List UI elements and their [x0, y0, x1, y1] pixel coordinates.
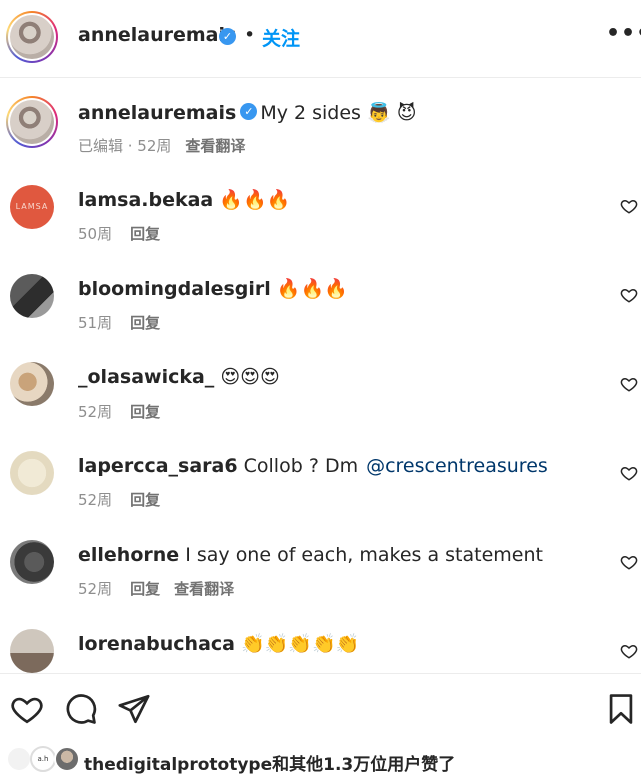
reply-button[interactable]: 回复 [130, 314, 160, 332]
comment-text: 🔥🔥🔥 [219, 189, 291, 211]
caption-text: My 2 sides 👼 😈 [260, 102, 417, 124]
comment-line: lapercca_sara6 Collob ? Dm @crescentreasu… [78, 455, 548, 477]
comment-meta: 52周 回复 [78, 401, 160, 422]
reply-button[interactable]: 回复 [130, 580, 160, 598]
comment-username[interactable]: lamsa.bekaa [78, 189, 213, 211]
liker-avatar[interactable]: a.h [30, 746, 56, 772]
heart-icon[interactable] [620, 642, 638, 660]
share-icon[interactable] [117, 692, 151, 726]
comment-avatar[interactable] [10, 629, 54, 673]
comment-meta: 51周 回复 [78, 312, 160, 333]
heart-icon[interactable] [620, 375, 638, 393]
comment-time: 52周 [78, 403, 113, 421]
caption-meta: 已编辑 · 52周 查看翻译 [78, 135, 245, 156]
comment-text: I say one of each, makes a statement [185, 544, 543, 566]
liker-avatar[interactable] [54, 746, 80, 772]
reply-button[interactable]: 回复 [130, 491, 160, 509]
comment-time: 51周 [78, 314, 113, 332]
comment-avatar[interactable]: LAMSA [10, 185, 54, 229]
comment-line: _olasawicka_ 😍😍😍 [78, 366, 280, 388]
caption-line: annelauremais ✓ My 2 sides 👼 😈 [78, 101, 417, 124]
comment-text: 🔥🔥🔥 [276, 278, 348, 300]
comment-avatar[interactable] [10, 451, 54, 495]
comment-icon[interactable] [64, 692, 98, 726]
caption-username[interactable]: annelauremais [78, 102, 236, 124]
comment-line: ellehorne I say one of each, makes a sta… [78, 544, 543, 566]
comment-meta: 50周 回复 [78, 223, 160, 244]
comment-username[interactable]: ellehorne [78, 544, 179, 566]
post-header: annelauremais ✓ • 关注 ••• [0, 0, 641, 78]
header-avatar[interactable] [6, 11, 58, 63]
comment-username[interactable]: bloomingdalesgirl [78, 278, 271, 300]
verified-icon: ✓ [240, 103, 258, 120]
comment-username[interactable]: _olasawicka_ [78, 366, 214, 388]
comment-line: bloomingdalesgirl 🔥🔥🔥 [78, 277, 348, 300]
translate-link[interactable]: 查看翻译 [185, 137, 245, 155]
comment-line: lorenabuchaca 👏👏👏👏👏 [78, 632, 359, 655]
comment-time: 52周 [78, 491, 113, 509]
verified-icon: ✓ [219, 28, 236, 45]
more-icon[interactable]: ••• [606, 23, 641, 48]
comment-avatar[interactable] [10, 274, 54, 318]
header-separator: • [244, 24, 256, 46]
reply-button[interactable]: 回复 [130, 225, 160, 243]
comment-text: 👏👏👏👏👏 [241, 633, 360, 655]
reply-button[interactable]: 回复 [130, 403, 160, 421]
translate-link[interactable]: 查看翻译 [174, 580, 234, 598]
caption-time: 已编辑 · 52周 [78, 137, 172, 155]
comment-text: 😍😍😍 [220, 366, 280, 388]
comment-username[interactable]: lorenabuchaca [78, 633, 235, 655]
liker-avatar[interactable] [6, 746, 32, 772]
comment-username[interactable]: lapercca_sara6 [78, 455, 238, 477]
heart-icon[interactable] [620, 553, 638, 571]
heart-icon[interactable] [620, 464, 638, 482]
caption-avatar[interactable] [6, 96, 58, 148]
comment-meta: 52周 回复 [78, 489, 160, 510]
comment-time: 52周 [78, 580, 113, 598]
heart-icon[interactable] [620, 286, 638, 304]
header-username[interactable]: annelauremais [78, 24, 236, 46]
comment-time: 50周 [78, 225, 113, 243]
follow-button[interactable]: 关注 [262, 24, 300, 51]
comment-text: Collob ? Dm [243, 455, 359, 477]
heart-icon[interactable] [10, 692, 44, 726]
comment-avatar[interactable] [10, 540, 54, 584]
heart-icon[interactable] [620, 197, 638, 215]
likes-summary[interactable]: thedigitalprototype和其他1.3万位用户赞了 [84, 750, 455, 775]
comment-mention-link[interactable]: @crescentreasures [366, 455, 548, 477]
comment-meta: 52周 回复 查看翻译 [78, 578, 234, 599]
bookmark-icon[interactable] [604, 692, 638, 726]
comment-avatar[interactable] [10, 362, 54, 406]
comment-line: lamsa.bekaa 🔥🔥🔥 [78, 188, 290, 211]
